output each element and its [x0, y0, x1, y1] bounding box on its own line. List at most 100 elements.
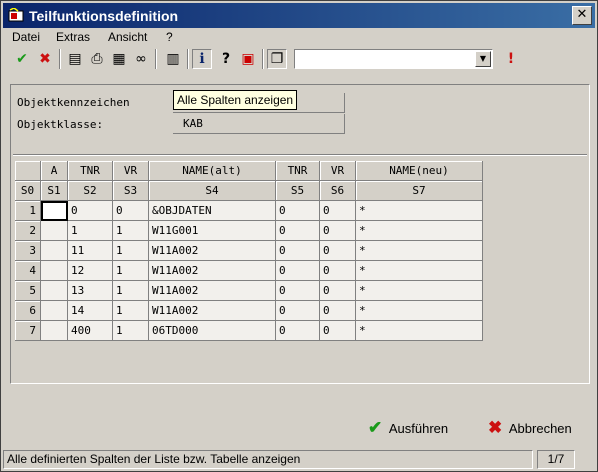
table-cell[interactable]: W11G001	[149, 221, 276, 241]
column-header[interactable]: NAME(neu)	[356, 161, 483, 181]
row-number[interactable]: 2	[15, 221, 41, 241]
table-cell[interactable]: 1	[113, 301, 149, 321]
column-id-header[interactable]: S3	[113, 181, 149, 201]
table-cell[interactable]: 1	[113, 281, 149, 301]
window-title: Teilfunktionsdefinition	[29, 8, 179, 24]
table-cell[interactable]: 13	[68, 281, 113, 301]
columns-icon[interactable]: ▥	[163, 49, 183, 69]
table-cell[interactable]: 1	[68, 221, 113, 241]
objektklasse-label: Objektklasse:	[17, 118, 104, 131]
table-cell[interactable]: 0	[320, 281, 356, 301]
column-id-header[interactable]: S7	[356, 181, 483, 201]
app-icon	[8, 8, 24, 22]
table-cell[interactable]: 0	[276, 281, 320, 301]
table-cell[interactable]: 0	[320, 321, 356, 341]
column-header[interactable]	[15, 161, 41, 181]
execute-button[interactable]: ✔ Ausführen	[368, 418, 448, 438]
table-cell[interactable]: 0	[276, 221, 320, 241]
menu-datei[interactable]: Datei	[12, 30, 40, 44]
column-header[interactable]: A	[41, 161, 68, 181]
picture-icon[interactable]: ▣	[238, 49, 258, 69]
cancel-button[interactable]: ✖ Abbrechen	[488, 418, 572, 438]
row-number[interactable]: 5	[15, 281, 41, 301]
table-cell[interactable]: 0	[113, 201, 149, 221]
toolbar-separator	[187, 49, 189, 69]
column-id-header[interactable]: S4	[149, 181, 276, 201]
info-icon[interactable]: ℹ	[192, 49, 212, 69]
column-id-header[interactable]: S0	[15, 181, 41, 201]
column-id-header[interactable]: S2	[68, 181, 113, 201]
table-cell[interactable]: 1	[113, 221, 149, 241]
table-cell[interactable]: *	[356, 241, 483, 261]
table-cell[interactable]: 0	[320, 241, 356, 261]
print-setup-icon[interactable]: ▦	[109, 49, 129, 69]
table-cell[interactable]	[41, 221, 68, 241]
row-number[interactable]: 6	[15, 301, 41, 321]
table-cell[interactable]: 1	[113, 241, 149, 261]
table-cell[interactable]: 0	[320, 221, 356, 241]
row-number[interactable]: 3	[15, 241, 41, 261]
column-id-header[interactable]: S6	[320, 181, 356, 201]
table-cell[interactable]	[41, 281, 68, 301]
menu-ansicht[interactable]: Ansicht	[108, 30, 147, 44]
table-cell[interactable]: 0	[320, 261, 356, 281]
table-cell[interactable]: 1	[113, 321, 149, 341]
table-cell[interactable]: 1	[113, 261, 149, 281]
column-id-header[interactable]: S5	[276, 181, 320, 201]
properties-icon[interactable]: ▤	[65, 49, 85, 69]
table-cell[interactable]	[41, 261, 68, 281]
row-number[interactable]: 4	[15, 261, 41, 281]
menu-extras[interactable]: Extras	[56, 30, 90, 44]
table-cell[interactable]: 11	[68, 241, 113, 261]
table-cell[interactable]	[41, 241, 68, 261]
table-cell[interactable]: W11A002	[149, 281, 276, 301]
table-cell[interactable]: 0	[276, 301, 320, 321]
window-icon[interactable]: ❐	[267, 49, 287, 69]
table-cell[interactable]: *	[356, 301, 483, 321]
table-cell[interactable]: 0	[320, 201, 356, 221]
binoculars-icon[interactable]: ∞	[131, 49, 151, 69]
objektklasse-field: KAB	[173, 114, 345, 134]
table-cell[interactable]: 0	[276, 241, 320, 261]
chevron-down-icon[interactable]: ▼	[475, 51, 491, 67]
row-number[interactable]: 7	[15, 321, 41, 341]
column-id-header[interactable]: S1	[41, 181, 68, 201]
table-cell[interactable]	[41, 321, 68, 341]
table-cell[interactable]: *	[356, 321, 483, 341]
close-button[interactable]: ✕	[572, 6, 592, 25]
table-cell[interactable]: 400	[68, 321, 113, 341]
table-cell[interactable]: *	[356, 221, 483, 241]
table-cell[interactable]: *	[356, 201, 483, 221]
column-header[interactable]: NAME(alt)	[149, 161, 276, 181]
check-icon[interactable]: ✔	[12, 49, 32, 69]
help-icon[interactable]: ?	[216, 49, 236, 69]
column-header[interactable]: VR	[320, 161, 356, 181]
column-header[interactable]: TNR	[68, 161, 113, 181]
exclamation-icon[interactable]: !	[501, 49, 521, 69]
title-bar[interactable]: Teilfunktionsdefinition ✕	[3, 3, 595, 28]
cancel-x-icon[interactable]: ✖	[35, 49, 55, 69]
table-cell[interactable]: 12	[68, 261, 113, 281]
table-cell[interactable]	[41, 301, 68, 321]
toolbar-combo[interactable]: ▼	[294, 49, 493, 69]
table-cell[interactable]: W11A002	[149, 301, 276, 321]
table-cell[interactable]: &OBJDATEN	[149, 201, 276, 221]
column-header[interactable]: VR	[113, 161, 149, 181]
table-cell[interactable]: 0	[276, 261, 320, 281]
table-cell[interactable]: 0	[320, 301, 356, 321]
table-cell[interactable]: 0	[68, 201, 113, 221]
table-cell[interactable]: W11A002	[149, 241, 276, 261]
table-cell[interactable]: 06TD000	[149, 321, 276, 341]
column-header[interactable]: TNR	[276, 161, 320, 181]
table-cell[interactable]: 14	[68, 301, 113, 321]
table-cell[interactable]: 0	[276, 201, 320, 221]
menu-help[interactable]: ?	[166, 30, 173, 44]
table-cell[interactable]: *	[356, 261, 483, 281]
print-icon[interactable]: ⎙	[87, 49, 107, 69]
table-cell[interactable]	[41, 201, 68, 221]
table-cell[interactable]: 0	[276, 321, 320, 341]
row-number[interactable]: 1	[15, 201, 41, 221]
page-indicator: 1/7	[537, 450, 575, 469]
table-cell[interactable]: W11A002	[149, 261, 276, 281]
table-cell[interactable]: *	[356, 281, 483, 301]
